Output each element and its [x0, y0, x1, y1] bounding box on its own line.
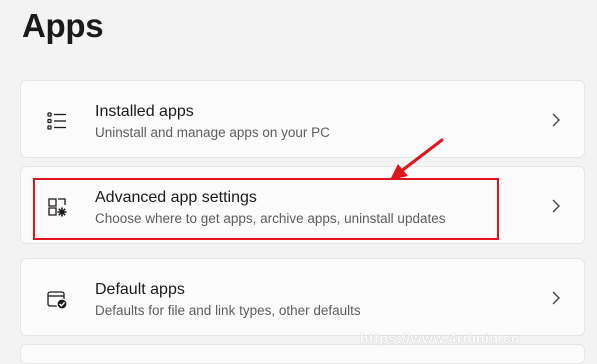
red-arrow-annotation: [390, 138, 444, 180]
installed-apps-description: Uninstall and manage apps on your PC: [95, 125, 330, 140]
page-title: Apps: [22, 7, 104, 44]
default-apps-description: Defaults for file and link types, other …: [95, 303, 361, 318]
watermark: https://www.4rdmin.co: [360, 330, 521, 346]
default-apps-item[interactable]: Default apps Defaults for file and link …: [20, 258, 585, 336]
chevron-right-icon: [552, 199, 560, 213]
installed-apps-title: Installed apps: [95, 103, 194, 120]
installed-apps-item[interactable]: Installed apps Uninstall and manage apps…: [20, 80, 585, 158]
installed-apps-list-icon: [47, 112, 66, 130]
chevron-right-icon: [552, 113, 560, 127]
next-settings-item-partial[interactable]: [20, 344, 585, 364]
chevron-right-icon: [552, 291, 560, 305]
default-apps-icon: [47, 291, 68, 310]
default-apps-title: Default apps: [95, 281, 185, 298]
